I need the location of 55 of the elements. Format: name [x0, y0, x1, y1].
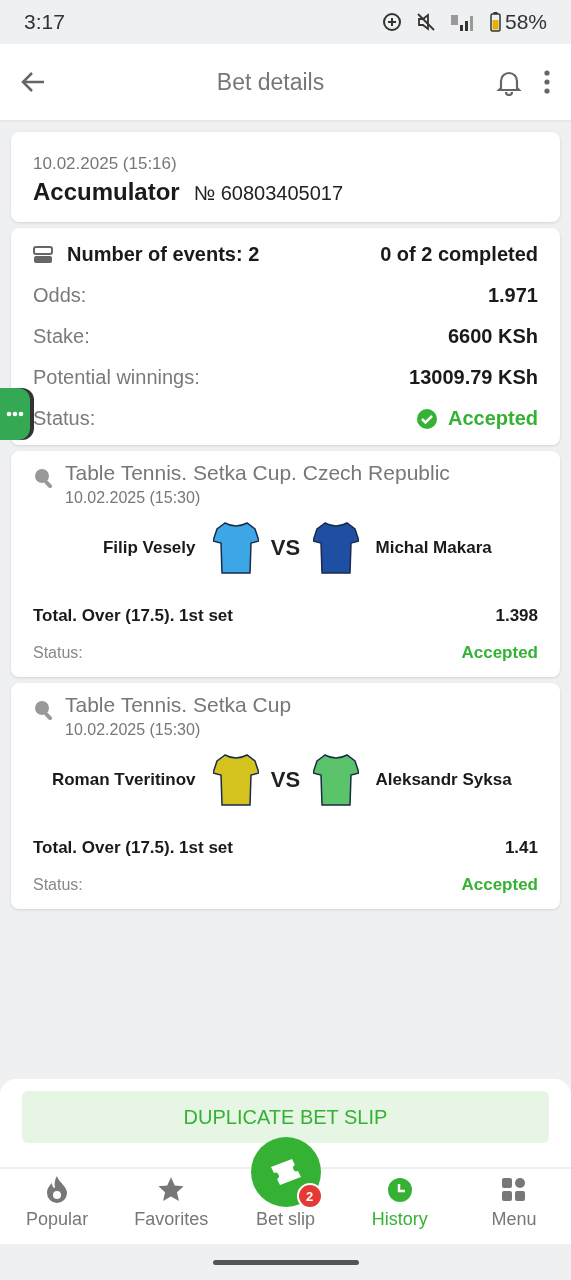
count-badge: 2	[296, 1183, 323, 1209]
event-date: 10.02.2025 (15:30)	[65, 489, 202, 507]
market-odds: 1.398	[495, 605, 538, 626]
status-label: Status:	[33, 407, 96, 430]
signal-icon	[449, 13, 476, 31]
player-name: Aleksandr Syksa	[375, 770, 512, 790]
data-saver-icon	[381, 12, 402, 32]
dots-icon	[6, 411, 24, 417]
versus-label: VS	[270, 535, 301, 561]
summary-value: 6600 KSh	[447, 325, 538, 348]
summary-value: 1.971	[487, 284, 538, 307]
mute-icon	[415, 12, 436, 32]
flame-icon	[45, 1175, 70, 1203]
nav-tab[interactable]: History	[342, 1169, 457, 1244]
duplicate-button[interactable]: DUPLICATE BET SLIP	[22, 1091, 549, 1143]
player-name: Michal Makara	[375, 538, 492, 558]
grid-icon	[500, 1177, 527, 1203]
star-icon	[157, 1176, 186, 1203]
completed-count: 0 of 2 completed	[380, 243, 538, 266]
status-value: Accepted	[461, 874, 538, 895]
event-title: Table Tennis. Setka Cup	[65, 693, 292, 717]
summary-label: Stake:	[33, 325, 90, 348]
more-icon	[543, 70, 551, 94]
player-name: Filip Vesely	[102, 538, 196, 558]
event-date: 10.02.2025 (15:30)	[65, 721, 202, 739]
market-odds: 1.41	[504, 837, 538, 858]
nav-tab[interactable]: Popular	[0, 1169, 115, 1244]
summary-label: Potential winnings:	[33, 366, 200, 389]
player-name: Roman Tveritinov	[51, 770, 196, 790]
events-count: Number of events: 2	[67, 243, 260, 266]
summary-label: Odds:	[33, 284, 87, 307]
battery-percent: 58%	[504, 10, 547, 34]
nav-tab[interactable]: Favorites	[114, 1169, 229, 1244]
back-arrow-icon	[20, 71, 46, 93]
status-label: Status:	[33, 875, 83, 894]
check-circle-icon	[415, 407, 438, 430]
status-time: 3:17	[24, 10, 65, 34]
nav-tab[interactable]: Menu	[456, 1169, 571, 1244]
market-name: Total. Over (17.5). 1st set	[33, 605, 233, 626]
status-value: Accepted	[447, 407, 538, 430]
paddle-icon	[33, 467, 55, 489]
bet-type: Accumulator	[33, 178, 180, 206]
status-value: Accepted	[461, 642, 538, 663]
summary-value: 13009.79 KSh	[409, 366, 538, 389]
battery-icon	[489, 12, 501, 32]
status-label: Status:	[33, 643, 83, 662]
clock-icon	[386, 1177, 413, 1203]
bet-date: 10.02.2025 (15:16)	[33, 154, 178, 174]
event-title: Table Tennis. Setka Cup. Czech Republic	[65, 461, 450, 485]
versus-label: VS	[270, 767, 301, 793]
page-title: Bet details	[215, 68, 326, 96]
market-name: Total. Over (17.5). 1st set	[33, 837, 233, 858]
paddle-icon	[33, 699, 55, 721]
list-icon	[33, 244, 53, 265]
bet-number: № 60803405017	[193, 182, 344, 205]
